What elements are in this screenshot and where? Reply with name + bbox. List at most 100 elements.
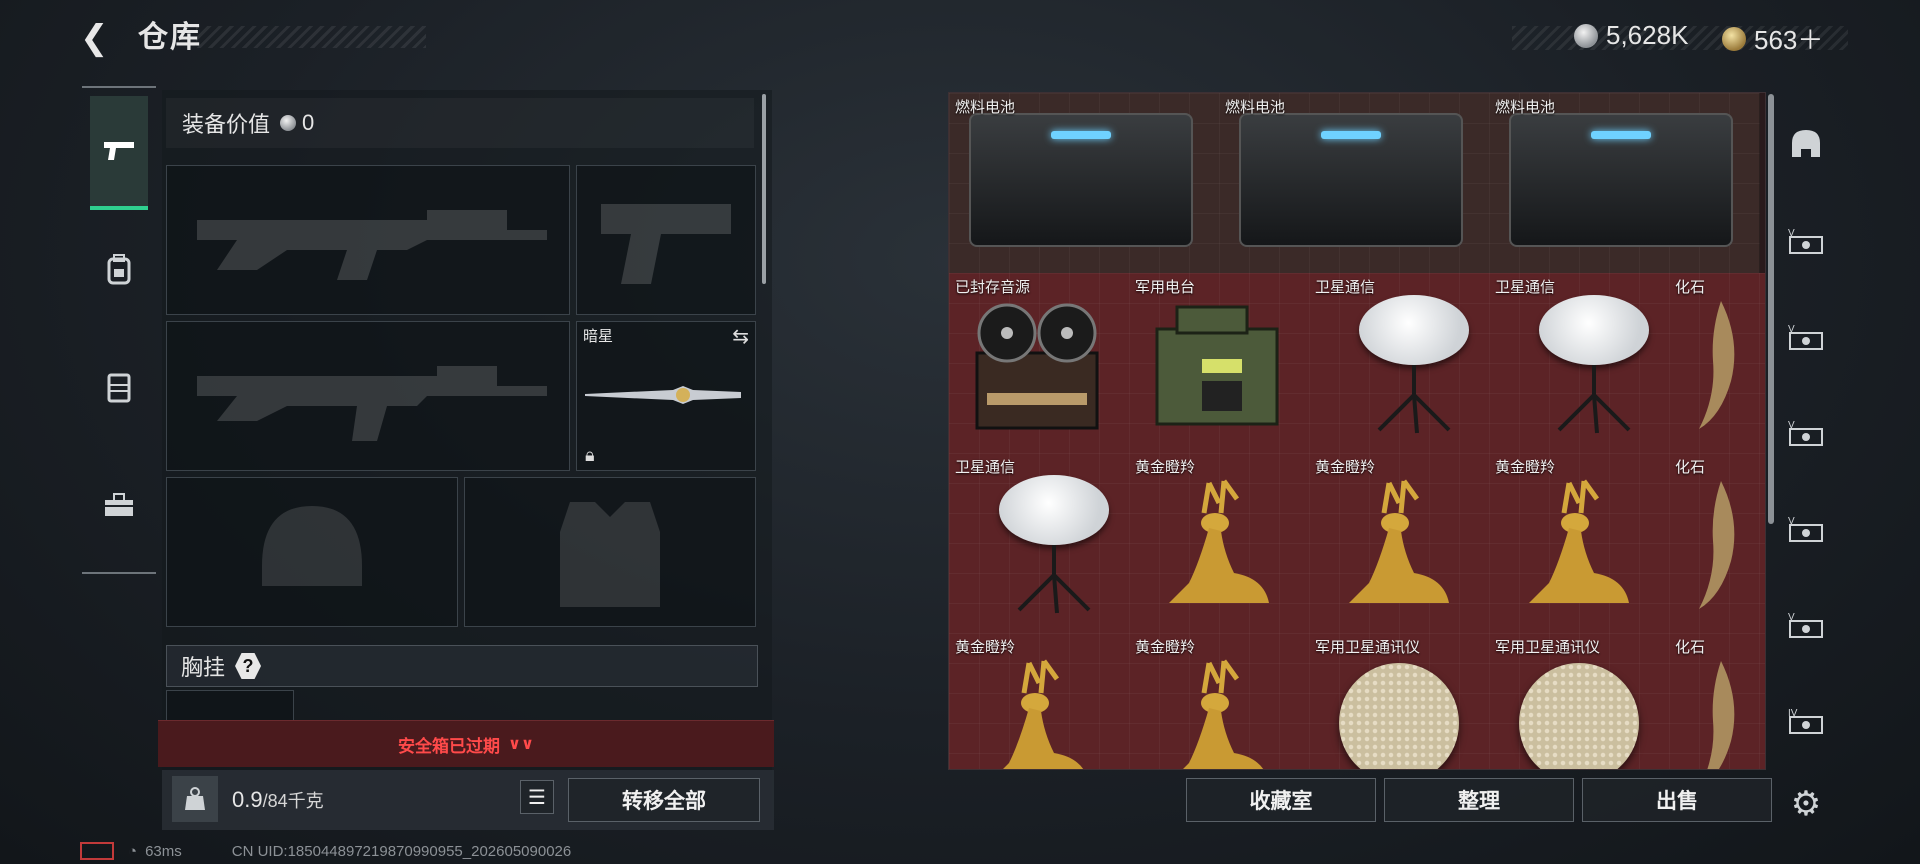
equipment-value-row: 装备价值 0: [166, 98, 754, 148]
inventory-item-claw[interactable]: 化石: [1669, 453, 1765, 634]
equipment-value-label: 装备价值: [182, 112, 271, 137]
item-name: 化石: [1675, 639, 1706, 656]
inventory-item-mesh[interactable]: 军用卫星通讯仪: [1489, 633, 1670, 769]
weight-current: 0.9: [232, 787, 263, 812]
deer-image: [1003, 659, 1084, 769]
inventory-item-reel[interactable]: 已封存音源: [949, 273, 1130, 454]
item-name: 燃料电池: [1495, 99, 1556, 116]
equipment-value: 0: [302, 110, 315, 135]
gold-coin-icon: [1722, 26, 1746, 51]
dish-image: [999, 475, 1109, 545]
dish-image: [1377, 365, 1451, 434]
inventory-item-deer[interactable]: 黄金瞪羚: [1309, 453, 1490, 634]
inventory-item-deer[interactable]: 黄金瞪羚: [1489, 453, 1670, 634]
item-name: 军用卫星通讯仪: [1315, 639, 1421, 656]
inventory-item-deer[interactable]: 黄金瞪羚: [949, 633, 1130, 769]
claw-image: [1699, 301, 1735, 429]
inventory-item-deer[interactable]: 黄金瞪羚: [1129, 633, 1310, 769]
inventory-item-mesh[interactable]: 军用卫星通讯仪: [1309, 633, 1490, 769]
user-uid: CN UID:18504489721987099095​5_2026050900…: [231, 842, 572, 860]
collection-room-button[interactable]: 收藏室: [1186, 778, 1376, 822]
item-name: 黄金瞪羚: [1315, 459, 1376, 476]
chevron-down-icon: ∨∨: [508, 736, 534, 753]
inventory-item-claw[interactable]: 化石: [1669, 273, 1765, 454]
melee-slot[interactable]: 暗星 ⇆ 🔒︎: [576, 321, 756, 471]
list-view-button[interactable]: ☰: [520, 780, 554, 814]
claw-image: [1699, 481, 1735, 609]
inventory-item-battery[interactable]: 燃料电池: [1219, 93, 1490, 274]
item-name: 黄金瞪羚: [1135, 459, 1196, 476]
melee-name: 暗星: [583, 328, 614, 345]
tab-toolbox[interactable]: [90, 450, 148, 560]
inventory-item-radio[interactable]: 军用电台: [1129, 273, 1310, 454]
item-name: 燃料电池: [1225, 99, 1286, 116]
weight-display: 0.9/84千克: [232, 782, 324, 819]
help-icon[interactable]: ?: [235, 653, 262, 679]
chest-rig-row[interactable]: 胸挂 ?: [166, 645, 758, 687]
primary-weapon-slot[interactable]: [166, 165, 570, 315]
case-iv-icon[interactable]: IV: [1784, 698, 1828, 742]
inventory-scrollbar[interactable]: [1768, 94, 1774, 524]
page-title: 仓库: [138, 21, 202, 54]
helmet-icon[interactable]: [1784, 122, 1828, 166]
safe-box-expired-banner[interactable]: 安全箱已过期 ∨∨: [158, 720, 774, 767]
item-name: 燃料电池: [955, 99, 1016, 116]
item-name: 黄金瞪羚: [1495, 459, 1556, 476]
case-v-icon[interactable]: V: [1784, 410, 1828, 454]
backpack-icon: [107, 254, 131, 285]
item-name: 卫星通信: [1315, 279, 1376, 296]
deer-image: [1349, 479, 1449, 603]
pistol-slot[interactable]: [576, 165, 756, 315]
radio-image: [1155, 305, 1279, 426]
case-v-icon[interactable]: V: [1784, 218, 1828, 262]
inventory-item-deer[interactable]: 黄金瞪羚: [1129, 453, 1310, 634]
inventory-item-battery[interactable]: 燃料电池: [949, 93, 1220, 274]
tab-vest[interactable]: [90, 332, 148, 442]
tab-weapons[interactable]: [90, 96, 148, 210]
item-name: 黄金瞪羚: [1135, 639, 1196, 656]
ping: 63ms: [145, 842, 182, 860]
loadout-scrollbar[interactable]: [762, 94, 766, 284]
sell-button[interactable]: 出售: [1582, 778, 1772, 822]
armor-silhouette-icon: [560, 502, 660, 607]
dish-image: [1017, 545, 1091, 614]
dish-image: [1539, 295, 1649, 365]
chest-rig-slot[interactable]: [166, 690, 294, 722]
inventory-item-dish[interactable]: 卫星通信: [949, 453, 1130, 634]
loadout-tabs: [82, 86, 156, 574]
swap-icon[interactable]: ⇆: [732, 324, 749, 349]
back-icon[interactable]: ❮: [80, 18, 120, 58]
battery-image: [969, 113, 1193, 247]
sort-button[interactable]: 整理: [1384, 778, 1574, 822]
inventory-item-claw[interactable]: 化石: [1669, 633, 1765, 769]
secondary-weapon-slot[interactable]: [166, 321, 570, 471]
pistol-silhouette-icon: [601, 204, 731, 284]
inventory-item-dish[interactable]: 卫星通信: [1309, 273, 1490, 454]
rifle-silhouette-icon: [197, 366, 547, 441]
toolbox-icon: [105, 493, 133, 516]
storage-tabs: V V V V V IV ⚙: [1776, 92, 1834, 823]
rifle-silhouette-icon: [197, 210, 547, 280]
case-v-icon[interactable]: V: [1784, 506, 1828, 550]
silver-coin-icon: [280, 115, 297, 131]
wifi-icon: ◔: [128, 842, 138, 860]
item-name: 军用电台: [1135, 279, 1196, 296]
case-v-icon[interactable]: V: [1784, 314, 1828, 358]
gold-currency[interactable]: 563＋: [1722, 20, 1823, 57]
tab-backpack[interactable]: [90, 214, 148, 324]
silver-coin-icon: [1574, 23, 1598, 48]
inventory-item-dish[interactable]: 卫星通信: [1489, 273, 1670, 454]
item-name: 卫星通信: [1495, 279, 1556, 296]
case-v-icon[interactable]: V: [1784, 602, 1828, 646]
item-name: 黄金瞪羚: [955, 639, 1016, 656]
list-icon: ☰: [528, 786, 546, 809]
mesh-image: [1339, 663, 1459, 769]
armor-slot[interactable]: [464, 477, 756, 627]
deer-image: [1529, 479, 1629, 603]
helmet-silhouette-icon: [262, 506, 362, 586]
settings-icon[interactable]: ⚙: [1784, 782, 1828, 826]
inventory-item-battery[interactable]: 燃料电池: [1489, 93, 1760, 274]
deer-image: [1183, 659, 1264, 769]
transfer-all-button[interactable]: 转移全部: [568, 778, 760, 822]
helmet-slot[interactable]: [166, 477, 458, 627]
